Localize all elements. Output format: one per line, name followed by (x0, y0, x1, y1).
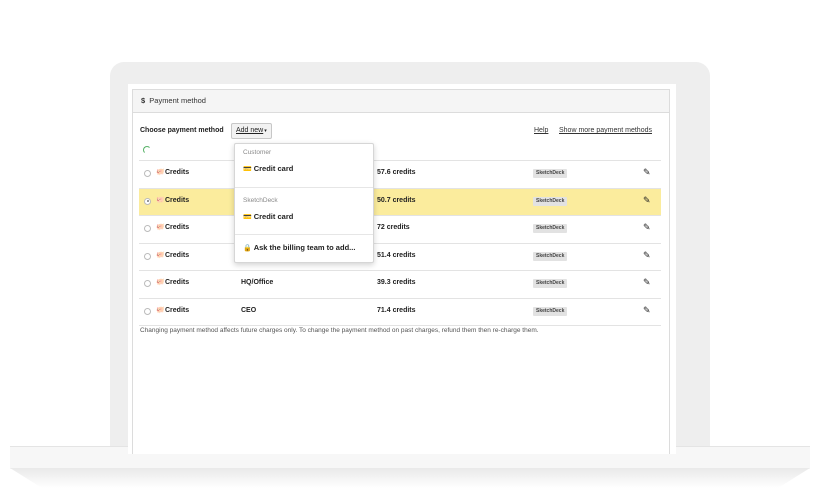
credit-card-icon: 💳 (243, 214, 252, 221)
help-link[interactable]: Help (534, 127, 548, 134)
dropdown-divider (235, 234, 373, 235)
badge: SketchDeck (533, 306, 568, 316)
dollar-icon: $ (141, 96, 146, 105)
add-new-label: Add new (236, 127, 264, 134)
add-new-button[interactable]: Add new▾ (231, 123, 272, 139)
badge: SketchDeck (533, 279, 568, 288)
add-new-dropdown: Customer 💳 Credit card SketchDeck 💳 Credit… (234, 143, 374, 263)
radio-button[interactable] (144, 170, 151, 177)
footer-note: Changing payment method affects future c… (140, 327, 539, 334)
table-row[interactable]: 🐖 Credits 57.6 credits SketchDeck ✎ (139, 160, 661, 188)
pencil-icon[interactable]: ✎ (643, 277, 651, 288)
row-amount: 51.4 credits (377, 251, 416, 259)
radio-button[interactable] (144, 225, 151, 232)
table-row[interactable]: 🐖 Credits 72 credits SketchDeck ✎ (139, 215, 661, 243)
row-amount: 39.3 credits (377, 279, 416, 286)
pencil-icon[interactable]: ✎ (643, 195, 651, 206)
dropdown-item-label: Ask the billing team to add... (253, 243, 356, 252)
radio-button[interactable] (144, 197, 151, 205)
table-row[interactable]: 🐖 Credits CEO 71.4 credits SketchDeck ✎ (139, 297, 661, 326)
row-name: HQ/Office (241, 279, 274, 286)
badge: SketchDeck (533, 169, 568, 178)
dropdown-group-customer: Customer (243, 149, 272, 156)
piggy-bank-icon: 🐖 (156, 196, 165, 204)
row-name: CEO (241, 306, 257, 314)
payment-methods-table: 🐖 Credits 57.6 credits SketchDeck ✎ 🐖 Cr… (139, 160, 661, 326)
badge: SketchDeck (533, 224, 568, 233)
pencil-icon[interactable]: ✎ (643, 222, 651, 233)
dropdown-item-customer-credit-card[interactable]: 💳 Credit card (243, 164, 293, 173)
dropdown-item-sketchdeck-credit-card[interactable]: 💳 Credit card (243, 212, 293, 221)
caret-down-icon: ▾ (264, 128, 267, 134)
piggy-bank-icon: 🐖 (156, 224, 165, 231)
dropdown-item-label: Credit card (253, 212, 294, 221)
row-amount: 50.7 credits (377, 196, 416, 204)
screen: $ Payment method Choose payment method A… (128, 84, 676, 454)
badge: SketchDeck (533, 196, 568, 206)
table-row[interactable]: 🐖 Credits 51.4 credits SketchDeck ✎ (139, 242, 661, 271)
row-label: Credits (165, 251, 190, 259)
row-label: Credits (165, 279, 190, 286)
credit-card-icon: 💳 (243, 166, 252, 173)
row-amount: 72 credits (377, 224, 410, 231)
row-amount: 71.4 credits (377, 306, 416, 314)
table-row[interactable]: 🐖 Credits 50.7 credits SketchDeck ✎ (139, 187, 661, 215)
panel-title: Payment method (149, 96, 206, 105)
row-amount: 57.6 credits (377, 169, 416, 176)
dropdown-divider (235, 187, 373, 188)
radio-button[interactable] (144, 252, 151, 260)
laptop-foot (10, 468, 810, 488)
pencil-icon[interactable]: ✎ (643, 250, 651, 261)
row-label: Credits (165, 196, 190, 204)
row-label: Credits (165, 224, 190, 231)
piggy-bank-icon: 🐖 (156, 279, 165, 286)
pencil-icon[interactable]: ✎ (643, 305, 651, 316)
choose-payment-label: Choose payment method (140, 127, 224, 134)
lock-icon: 🔒 (243, 245, 252, 252)
piggy-bank-icon: 🐖 (156, 251, 165, 259)
payment-method-panel: $ Payment method Choose payment method A… (132, 89, 670, 454)
piggy-bank-icon: 🐖 (156, 306, 165, 314)
loading-spinner-icon (143, 146, 151, 154)
radio-button[interactable] (144, 280, 151, 287)
choose-row: Choose payment method Add new▾ Help Show… (140, 123, 662, 139)
piggy-bank-icon: 🐖 (156, 169, 165, 176)
show-more-payment-methods-link[interactable]: Show more payment methods (559, 127, 652, 134)
panel-header: $ Payment method (133, 90, 669, 113)
dropdown-group-sketchdeck: SketchDeck (243, 197, 278, 204)
dropdown-item-label: Credit card (253, 164, 294, 173)
pencil-icon[interactable]: ✎ (643, 167, 651, 178)
row-label: Credits (165, 169, 190, 176)
row-label: Credits (165, 306, 190, 314)
dropdown-item-ask-billing-team[interactable]: 🔒 Ask the billing team to add... (243, 243, 355, 252)
radio-button[interactable] (144, 307, 151, 315)
badge: SketchDeck (533, 251, 568, 261)
table-row[interactable]: 🐖 Credits HQ/Office 39.3 credits SketchD… (139, 270, 661, 298)
